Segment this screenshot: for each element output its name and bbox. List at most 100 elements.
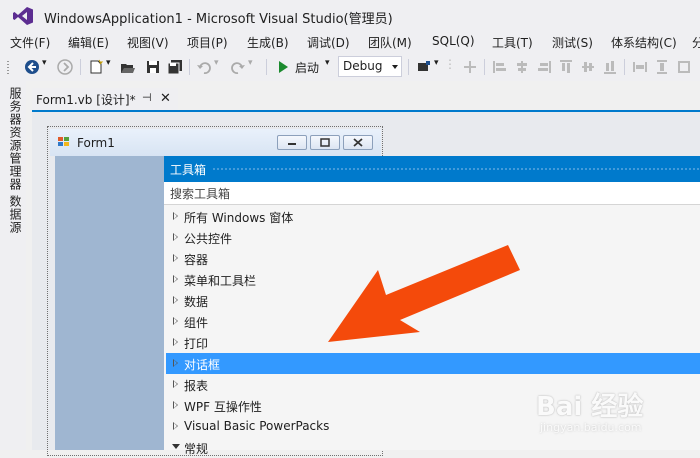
align-rights-icon[interactable] [536,59,552,75]
search-placeholder: 搜索工具箱 [170,187,231,201]
watermark: Bai 经验 jingyan.baidu.com [536,380,686,440]
new-dropdown-icon[interactable]: ▾ [106,58,111,68]
undo-dropdown-icon[interactable]: ▾ [214,58,219,68]
menu-view[interactable]: 视图(V) [127,34,169,51]
align-centers-icon[interactable] [514,59,530,75]
toolbar-separator [408,59,409,75]
toolbar-grip[interactable] [6,60,10,74]
form-title: Form1 [77,136,115,150]
make-same-height-icon[interactable] [654,59,670,75]
toolbox-header[interactable]: 工具箱 [164,156,700,182]
make-same-width-icon[interactable] [632,59,648,75]
expand-arrow-icon [173,275,178,283]
menu-sql[interactable]: SQL(Q) [432,34,475,48]
open-file-icon[interactable] [120,59,136,75]
toolbar-grip[interactable]: ⋮ [444,57,458,71]
document-tab-label: Form1.vb [设计]* [36,93,136,107]
visual-studio-logo-icon [13,7,33,25]
align-lefts-icon[interactable] [492,59,508,75]
solution-configuration-dropdown[interactable]: Debug [338,56,402,77]
make-same-size-icon[interactable] [676,59,692,75]
expand-arrow-icon [173,422,178,430]
find-in-files-icon[interactable] [416,59,432,75]
start-debugging-button[interactable]: 启动 [295,59,319,76]
data-sources-tab[interactable]: 数据源 [7,195,24,234]
align-tops-icon[interactable] [558,59,574,75]
expand-arrow-icon [173,233,178,241]
save-all-icon[interactable] [167,59,183,75]
maximize-button[interactable] [310,135,340,150]
toolbox-group-general[interactable]: 常规 [166,437,700,458]
menu-edit[interactable]: 编辑(E) [68,34,109,51]
toolbox-search-input[interactable]: 搜索工具箱 [164,182,700,205]
toolbox-group-dialogs[interactable]: 对话框 [166,353,700,374]
watermark-logo: Bai 经验 [536,392,644,422]
annotation-arrow-icon [328,245,520,342]
toolbox-group-label: Visual Basic PowerPacks [184,419,330,433]
toolbar-separator [266,59,267,75]
menu-file[interactable]: 文件(F) [10,34,50,51]
pin-icon[interactable]: ⊣ [142,91,152,104]
close-tab-icon[interactable]: ✕ [160,91,171,106]
toolbox-group-label: 容器 [184,253,209,267]
server-explorer-tab[interactable]: 服务器资源管理器 [7,87,24,191]
save-icon[interactable] [145,59,161,75]
menu-debug[interactable]: 调试(D) [307,34,350,51]
form-icon [58,137,69,146]
toolbox-group-label: 菜单和工具栏 [184,274,257,288]
minimize-icon [288,143,296,145]
menu-architecture[interactable]: 体系结构(C) [611,34,677,51]
menu-build[interactable]: 生成(B) [247,34,289,51]
toolbox-group-all-windows-forms[interactable]: 所有 Windows 窗体 [166,206,700,227]
window-title: WindowsApplication1 - Microsoft Visual S… [44,12,393,27]
undo-icon[interactable] [196,59,212,75]
align-middles-icon[interactable] [580,59,596,75]
align-to-grid-icon[interactable] [462,59,478,75]
watermark-url: jingyan.baidu.com [540,421,642,434]
menu-analyze[interactable]: 分 [692,34,700,51]
start-play-icon[interactable] [275,59,291,75]
toolbox-group-label: 数据 [184,295,209,309]
toolbox-group-label: 所有 Windows 窗体 [184,211,294,225]
collapse-arrow-icon [172,444,180,449]
menu-team[interactable]: 团队(M) [368,34,412,51]
close-icon [353,138,363,147]
toolbox-drag-grip[interactable] [212,167,700,171]
menu-tools[interactable]: 工具(T) [492,34,533,51]
chevron-down-icon [392,65,398,69]
find-dropdown-icon[interactable]: ▾ [434,58,439,68]
close-button[interactable] [343,135,373,150]
expand-arrow-icon [173,380,178,388]
expand-arrow-icon [173,359,178,367]
menu-test[interactable]: 测试(S) [552,34,593,51]
toolbar-separator [624,59,625,75]
document-tab-form1[interactable]: Form1.vb [设计]* ⊣ ✕ [32,88,178,110]
toolbar-separator [80,59,81,75]
redo-dropdown-icon[interactable]: ▾ [248,58,253,68]
new-project-icon[interactable] [88,59,104,75]
side-tool-tabs: 服务器资源管理器 数据源 [0,81,26,450]
toolbox-group-label: 公共控件 [184,232,233,246]
toolbox-group-label: 组件 [184,316,209,330]
title-bar: WindowsApplication1 - Microsoft Visual S… [0,0,700,32]
menu-project[interactable]: 项目(P) [187,34,228,51]
expand-arrow-icon [173,296,178,304]
expand-arrow-icon [173,317,178,325]
toolbox-group-label: 常规 [184,442,209,456]
navigate-forward-icon[interactable] [57,59,73,75]
back-dropdown-icon[interactable]: ▾ [42,58,47,68]
toolbox-title: 工具箱 [170,163,207,177]
redo-icon[interactable] [230,59,246,75]
menu-bar: 文件(F) 编辑(E) 视图(V) 项目(P) 生成(B) 调试(D) 团队(M… [0,32,700,53]
layout-toolbar: ▾ ⋮ [404,53,700,81]
expand-arrow-icon [173,401,178,409]
start-dropdown-icon[interactable]: ▾ [325,58,330,68]
form-title-bar[interactable]: Form1 [50,129,381,156]
toolbox-group-label: 打印 [184,337,209,351]
toolbar-separator [484,59,485,75]
toolbox-group-label: 报表 [184,379,209,393]
minimize-button[interactable] [277,135,307,150]
align-bottoms-icon[interactable] [602,59,618,75]
toolbox-group-label: 对话框 [184,358,221,372]
navigate-back-icon[interactable] [24,59,40,75]
